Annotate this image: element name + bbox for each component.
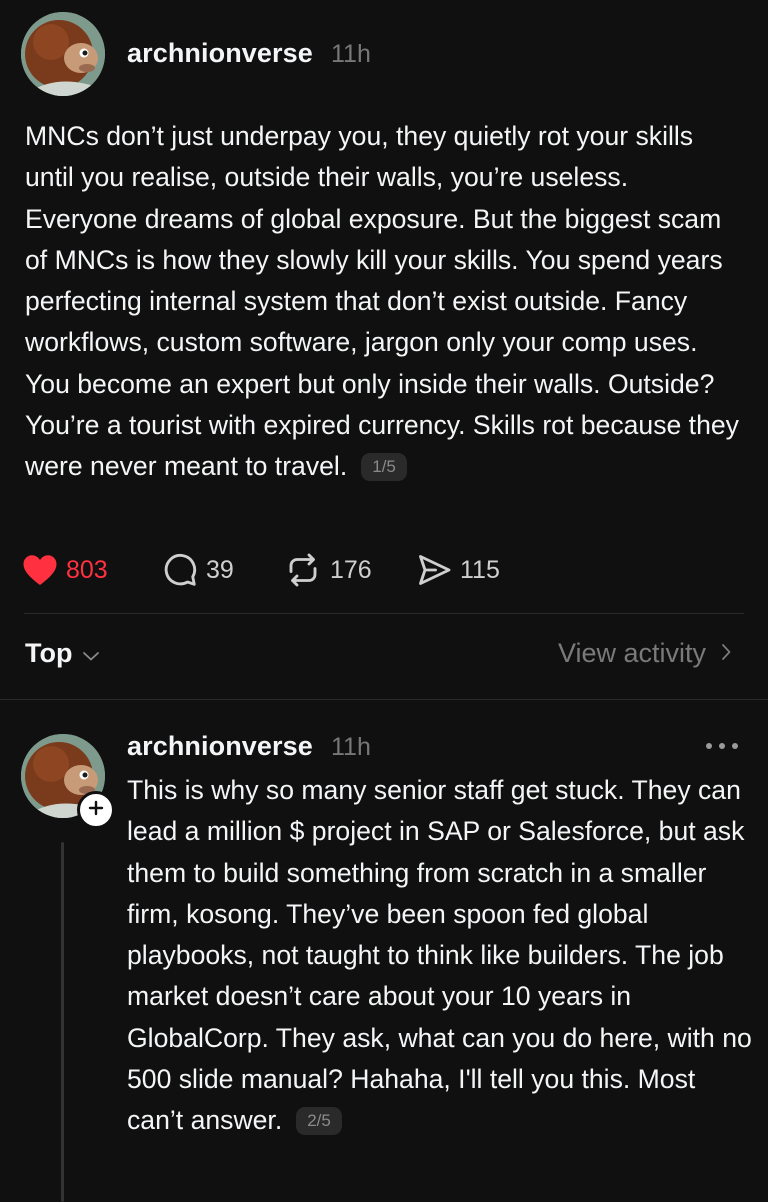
more-options-button[interactable]: [700, 733, 744, 759]
reply-count: 39: [206, 555, 234, 584]
reply-username[interactable]: archnionverse: [127, 731, 313, 762]
view-activity-link[interactable]: View activity: [558, 638, 732, 669]
more-dots-icon: [705, 737, 739, 755]
reply-timestamp: 11h: [331, 733, 371, 761]
post-divider: [24, 613, 744, 614]
reply-button[interactable]: 39: [162, 548, 234, 592]
reply-page-indicator: 2/5: [296, 1107, 342, 1136]
share-count: 115: [460, 555, 500, 584]
chevron-right-icon: [706, 638, 732, 669]
repost-arrows-icon: [284, 552, 322, 588]
thread-line: [61, 842, 64, 1202]
speech-bubble-icon: [162, 552, 198, 588]
post-body: MNCs don’t just underpay you, they quiet…: [25, 116, 747, 488]
view-activity-label: View activity: [557, 638, 706, 668]
send-paper-plane-icon: [416, 552, 452, 588]
reply-text: This is why so many senior staff get stu…: [127, 775, 752, 1136]
like-button[interactable]: 803: [22, 548, 108, 592]
follow-button[interactable]: [77, 791, 115, 829]
heart-filled-icon: [22, 553, 58, 587]
chevron-down-icon: [72, 638, 100, 669]
share-button[interactable]: 115: [416, 548, 500, 592]
plus-icon: [87, 799, 105, 822]
sort-dropdown[interactable]: Top: [25, 638, 100, 669]
sort-label: Top: [25, 638, 73, 668]
post-action-bar: 803 39 176 115: [22, 548, 622, 592]
reply-body: This is why so many senior staff get stu…: [127, 770, 752, 1142]
like-count: 803: [66, 555, 108, 584]
post-text: MNCs don’t just underpay you, they quiet…: [25, 121, 739, 482]
section-divider: [0, 699, 768, 700]
repost-count: 176: [330, 555, 372, 584]
repost-button[interactable]: 176: [284, 548, 372, 592]
post-avatar[interactable]: [21, 12, 105, 96]
post-timestamp: 11h: [331, 40, 371, 68]
post-page-indicator: 1/5: [361, 453, 407, 482]
post-username[interactable]: archnionverse: [127, 38, 313, 69]
